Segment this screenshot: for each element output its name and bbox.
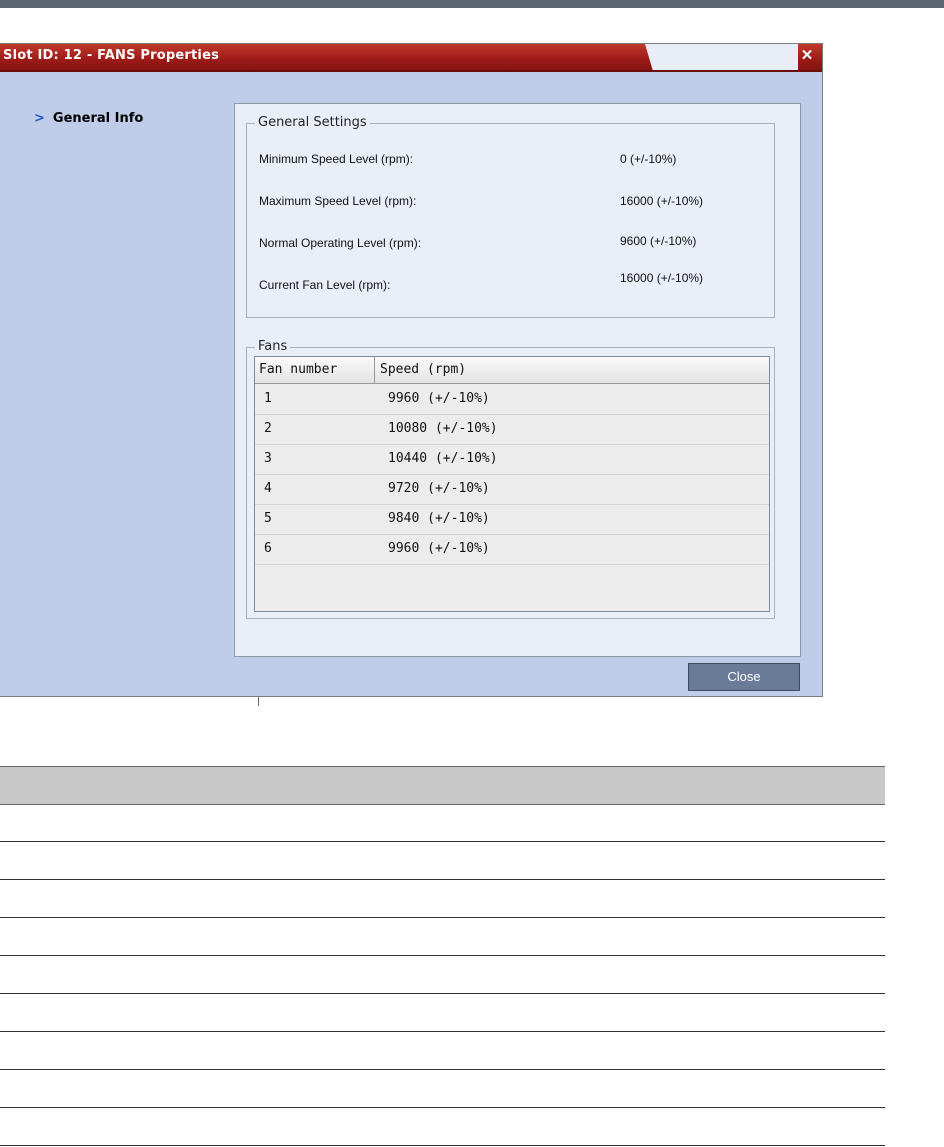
fan-number-cell: 1 (264, 391, 272, 406)
fans-group: Fans Fan number Speed (rpm) 1 9960 (+/-1… (246, 339, 775, 619)
fan-number-cell: 3 (264, 451, 272, 466)
fans-table-header: Fan number Speed (rpm) (255, 357, 769, 384)
fan-speed-cell: 9960 (+/-10%) (388, 541, 490, 556)
dialog-titlebar[interactable]: Slot ID: 12 - FANS Properties ✕ (0, 44, 822, 72)
table-rule (0, 1107, 885, 1108)
table-rule (0, 841, 885, 842)
fans-properties-dialog: Slot ID: 12 - FANS Properties ✕ > Genera… (0, 43, 823, 697)
fan-speed-cell: 10440 (+/-10%) (388, 451, 498, 466)
table-rule (0, 1145, 885, 1146)
table-row[interactable]: 3 10440 (+/-10%) (255, 444, 769, 475)
nav-item-label: General Info (52, 111, 144, 126)
fan-speed-cell: 9960 (+/-10%) (388, 391, 490, 406)
fan-speed-cell: 9840 (+/-10%) (388, 511, 490, 526)
setting-label: Maximum Speed Level (rpm): (259, 194, 417, 208)
top-band (0, 0, 944, 8)
table-row[interactable]: 6 9960 (+/-10%) (255, 534, 769, 565)
table-rule (0, 917, 885, 918)
fan-number-cell: 4 (264, 481, 272, 496)
table-row[interactable]: 1 9960 (+/-10%) (255, 384, 769, 415)
fans-table: Fan number Speed (rpm) 1 9960 (+/-10%) 2… (254, 356, 770, 612)
dialog-title: Slot ID: 12 - FANS Properties (3, 48, 220, 63)
column-header-speed[interactable]: Speed (rpm) (376, 357, 466, 383)
table-rule (0, 955, 885, 956)
nav-item-general-info[interactable]: > General Info (34, 111, 143, 126)
table-row[interactable]: 4 9720 (+/-10%) (255, 474, 769, 505)
table-rule (0, 1031, 885, 1032)
setting-value: 9600 (+/-10%) (620, 234, 697, 248)
fan-number-cell: 6 (264, 541, 272, 556)
fans-group-title: Fans (255, 339, 291, 354)
table-rule (0, 1069, 885, 1070)
fan-speed-cell: 10080 (+/-10%) (388, 421, 498, 436)
table-row[interactable]: 5 9840 (+/-10%) (255, 504, 769, 535)
content-panel: General Settings Minimum Speed Level (rp… (234, 103, 801, 657)
document-table-header (0, 766, 885, 805)
general-settings-title: General Settings (255, 115, 370, 130)
setting-label: Current Fan Level (rpm): (259, 278, 391, 292)
titlebar-tab-decoration (645, 44, 798, 70)
setting-label: Minimum Speed Level (rpm): (259, 152, 414, 166)
column-header-fan-number[interactable]: Fan number (255, 357, 375, 383)
general-settings-group: General Settings Minimum Speed Level (rp… (246, 115, 775, 318)
setting-label: Normal Operating Level (rpm): (259, 236, 422, 250)
chevron-right-icon: > (34, 111, 45, 126)
table-row[interactable]: 2 10080 (+/-10%) (255, 414, 769, 445)
table-rule (0, 879, 885, 880)
fan-number-cell: 5 (264, 511, 272, 526)
separator (258, 697, 259, 706)
fan-number-cell: 2 (264, 421, 272, 436)
setting-value: 0 (+/-10%) (620, 152, 677, 166)
fan-speed-cell: 9720 (+/-10%) (388, 481, 490, 496)
setting-value: 16000 (+/-10%) (620, 271, 704, 285)
close-icon[interactable]: ✕ (798, 47, 816, 65)
setting-value: 16000 (+/-10%) (620, 194, 704, 208)
close-button[interactable]: Close (688, 663, 800, 691)
table-rule (0, 993, 885, 994)
